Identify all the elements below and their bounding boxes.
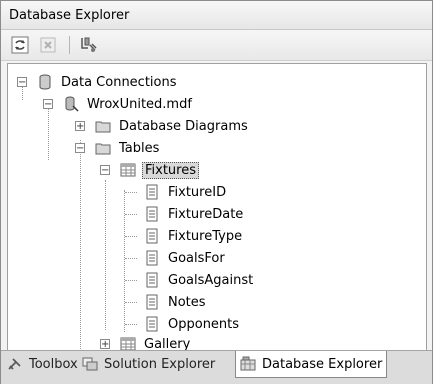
tree-guide xyxy=(125,302,137,303)
column-icon xyxy=(144,206,160,222)
tab-label: Toolbox xyxy=(29,356,78,372)
tab-database-explorer[interactable]: Database Explorer xyxy=(235,351,388,378)
database-connections-icon xyxy=(37,74,53,90)
database-file-icon xyxy=(63,96,79,112)
tree-node-column[interactable]: FixtureDate xyxy=(144,204,245,224)
tree-guide xyxy=(124,190,125,332)
tree-node-fixtures[interactable]: − Fixtures xyxy=(100,160,200,180)
node-label: Fixtures xyxy=(142,161,200,179)
tree-node-column[interactable]: FixtureID xyxy=(144,182,228,202)
column-icon xyxy=(144,250,160,266)
tree-guide xyxy=(105,180,106,330)
collapse-toggle[interactable]: − xyxy=(17,77,27,88)
refresh-icon xyxy=(11,36,29,54)
node-label: Data Connections xyxy=(61,74,177,90)
node-label: Database Diagrams xyxy=(119,118,248,134)
database-explorer-window: Database Explorer − Data Connections − W… xyxy=(0,0,433,384)
folder-icon xyxy=(95,140,111,156)
expand-toggle[interactable]: + xyxy=(75,121,85,132)
column-icon xyxy=(144,184,160,200)
toolbox-icon xyxy=(7,356,23,372)
column-icon xyxy=(144,228,160,244)
database-tree[interactable]: − Data Connections − WroxUnited.mdf + Da… xyxy=(7,63,427,352)
collapse-toggle[interactable]: − xyxy=(43,99,53,110)
collapse-toggle[interactable]: − xyxy=(75,143,85,154)
title-bar: Database Explorer xyxy=(1,1,432,30)
bottom-tab-strip: Toolbox Solution Explorer Database Explo… xyxy=(1,350,432,384)
tree-node-tables[interactable]: − Tables xyxy=(75,138,161,158)
node-label: GoalsFor xyxy=(168,250,225,266)
window-title: Database Explorer xyxy=(9,8,130,23)
tree-guide xyxy=(125,258,137,259)
node-label: Opponents xyxy=(168,316,240,332)
tree-node-column[interactable]: GoalsAgainst xyxy=(144,270,255,290)
tree-node-column[interactable]: FixtureType xyxy=(144,226,244,246)
tab-label: Solution Explorer xyxy=(104,356,216,372)
tree-guide xyxy=(125,214,137,215)
solution-explorer-icon xyxy=(82,356,98,372)
tree-guide xyxy=(125,324,137,325)
node-label: FixtureDate xyxy=(168,206,244,222)
table-icon xyxy=(120,162,136,178)
database-explorer-icon xyxy=(240,356,256,372)
refresh-button[interactable] xyxy=(10,35,30,55)
tree-node-database[interactable]: − WroxUnited.mdf xyxy=(43,94,194,114)
tree-node-column[interactable]: GoalsFor xyxy=(144,248,227,268)
tree-guide xyxy=(125,192,137,193)
tree-node-data-connections[interactable]: − Data Connections xyxy=(17,72,179,92)
stop-icon xyxy=(40,37,56,53)
column-icon xyxy=(144,316,160,332)
stop-refresh-button[interactable] xyxy=(38,35,58,55)
tree-guide xyxy=(125,236,137,237)
toolbar-separator xyxy=(69,36,70,54)
folder-icon xyxy=(95,118,111,134)
column-icon xyxy=(144,272,160,288)
node-label: GoalsAgainst xyxy=(168,272,254,288)
node-label: FixtureID xyxy=(168,184,227,200)
collapse-toggle[interactable]: − xyxy=(100,165,110,176)
connect-to-database-button[interactable] xyxy=(78,35,98,55)
tree-node-column[interactable]: Opponents xyxy=(144,314,241,334)
expand-toggle[interactable]: + xyxy=(100,339,110,350)
node-label: Notes xyxy=(168,294,206,310)
column-icon xyxy=(144,294,160,310)
tree-guide xyxy=(80,140,81,351)
tab-solution-explorer[interactable]: Solution Explorer xyxy=(78,351,219,377)
tab-toolbox[interactable]: Toolbox xyxy=(3,351,82,377)
node-label: WroxUnited.mdf xyxy=(87,96,192,112)
connect-icon xyxy=(81,37,97,52)
toolbar xyxy=(1,30,432,61)
node-label: FixtureType xyxy=(168,228,243,244)
node-label: Tables xyxy=(119,140,160,156)
tree-guide xyxy=(125,280,137,281)
tree-node-column[interactable]: Notes xyxy=(144,292,208,312)
tree-node-database-diagrams[interactable]: + Database Diagrams xyxy=(75,116,250,136)
tab-label: Database Explorer xyxy=(262,356,383,372)
